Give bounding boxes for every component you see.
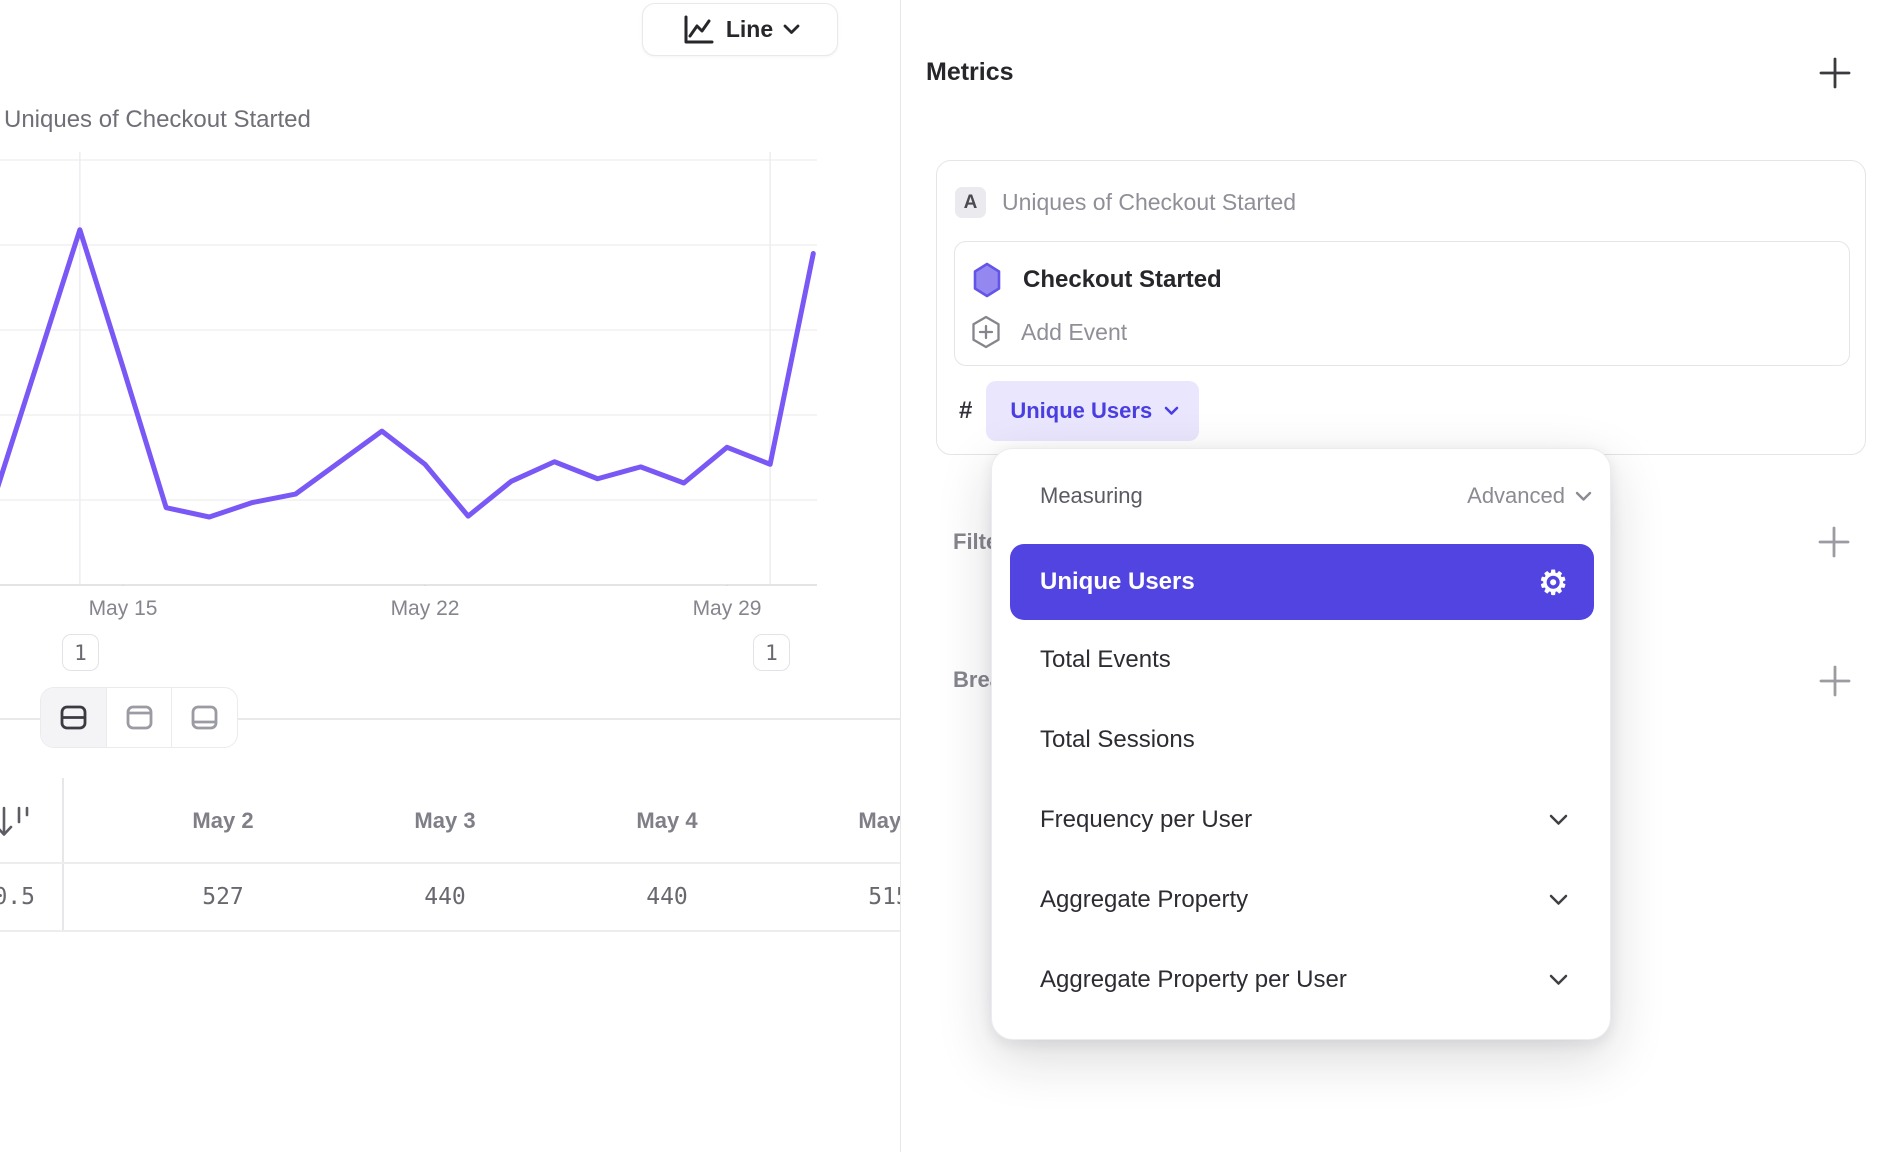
advanced-label: Advanced	[1467, 483, 1565, 509]
chevron-down-icon	[1164, 406, 1179, 416]
add-metric-button[interactable]	[1817, 55, 1853, 91]
measuring-dropdown: Measuring Advanced Unique Users ⚙ Total …	[991, 448, 1611, 1040]
metric-letter-badge: A	[955, 187, 986, 218]
layout-split-button[interactable]	[41, 688, 106, 747]
dropdown-item-label: Total Sessions	[1040, 726, 1195, 754]
split-view-icon	[58, 702, 89, 733]
table-header-cell: May 2	[112, 780, 334, 862]
add-event-label: Add Event	[1021, 319, 1127, 346]
event-card: Checkout Started Add Event	[954, 241, 1850, 366]
layout-chart-only-button[interactable]	[106, 688, 172, 747]
dropdown-item-total-sessions[interactable]: Total Sessions	[1010, 700, 1594, 780]
measuring-label: Measuring	[1040, 483, 1143, 509]
line-chart-svg	[0, 150, 900, 586]
table-row-border	[0, 930, 900, 932]
metric-card-header[interactable]: A Uniques of Checkout Started	[955, 187, 1296, 218]
measure-symbol: #	[959, 397, 972, 425]
bottom-bar-view-icon	[189, 702, 220, 733]
dropdown-item-frequency-per-user[interactable]: Frequency per User	[1010, 780, 1594, 860]
sort-descending-icon[interactable]	[0, 800, 34, 842]
table-value-cell: 515	[778, 863, 900, 930]
metric-card: A Uniques of Checkout Started Checkout S…	[936, 160, 1866, 455]
add-filter-button[interactable]	[1816, 524, 1852, 560]
table-header-cell: May 3	[334, 780, 556, 862]
dropdown-item-label: Aggregate Property per User	[1040, 966, 1347, 994]
x-axis-tick-label: May 15	[89, 597, 158, 621]
table-value-cell: 440	[334, 863, 556, 930]
table-column-divider	[62, 778, 64, 930]
metric-card-label: Uniques of Checkout Started	[1002, 189, 1296, 216]
advanced-selector[interactable]: Advanced	[1467, 483, 1592, 509]
page-badge-right[interactable]: 1	[753, 634, 790, 671]
x-axis-tick-label: May 22	[391, 597, 460, 621]
event-hexagon-icon	[973, 262, 1001, 298]
x-axis-tick-label: May 29	[693, 597, 762, 621]
chart-type-button[interactable]: Line	[642, 3, 838, 56]
chart-panel: Line Uniques of Checkout Started May 15 M…	[0, 0, 900, 1152]
layout-toggle-group	[40, 687, 238, 748]
chart-type-label: Line	[726, 16, 773, 43]
dropdown-item-label: Aggregate Property	[1040, 886, 1248, 914]
dropdown-item-label: Total Events	[1040, 646, 1171, 674]
table-value-cell: 440	[556, 863, 778, 930]
dropdown-item-label: Unique Users	[1040, 568, 1195, 596]
table-row-label: 0.5	[0, 863, 35, 930]
event-selector[interactable]: Checkout Started	[973, 256, 1222, 304]
table-header-cell: May 5	[778, 780, 900, 862]
layout-table-only-button[interactable]	[171, 688, 237, 747]
chevron-down-icon	[1549, 814, 1568, 826]
chevron-down-icon	[1575, 491, 1592, 502]
chevron-down-icon	[1549, 974, 1568, 986]
page-badge-left[interactable]: 1	[62, 634, 99, 671]
chart-title: Uniques of Checkout Started	[4, 106, 311, 134]
event-name: Checkout Started	[1023, 266, 1222, 294]
dropdown-item-aggregate-property[interactable]: Aggregate Property	[1010, 860, 1594, 940]
metrics-heading: Metrics	[926, 58, 1014, 87]
table-value-cell: 527	[112, 863, 334, 930]
measurement-row: # Unique Users	[959, 381, 1199, 441]
add-event-hexagon-icon	[971, 315, 1001, 349]
chevron-down-icon	[1549, 894, 1568, 906]
add-event-button[interactable]: Add Event	[971, 308, 1127, 356]
table-header-cell: May 4	[556, 780, 778, 862]
measurement-pill-label: Unique Users	[1010, 398, 1152, 424]
dropdown-item-label: Frequency per User	[1040, 806, 1252, 834]
top-bar-view-icon	[124, 702, 155, 733]
gear-icon[interactable]: ⚙	[1538, 566, 1568, 599]
chevron-down-icon	[783, 24, 800, 35]
dropdown-item-aggregate-property-per-user[interactable]: Aggregate Property per User	[1010, 940, 1594, 1020]
add-breakdown-button[interactable]	[1817, 663, 1853, 699]
line-chart-icon	[680, 12, 716, 48]
dropdown-item-total-events[interactable]: Total Events	[1010, 620, 1594, 700]
measuring-dropdown-header: Measuring Advanced	[1040, 483, 1592, 509]
metrics-panel: Metrics A Uniques of Checkout Started Ch…	[900, 0, 1898, 1152]
measurement-pill-button[interactable]: Unique Users	[986, 381, 1199, 441]
dropdown-item-unique-users[interactable]: Unique Users ⚙	[1010, 544, 1594, 620]
